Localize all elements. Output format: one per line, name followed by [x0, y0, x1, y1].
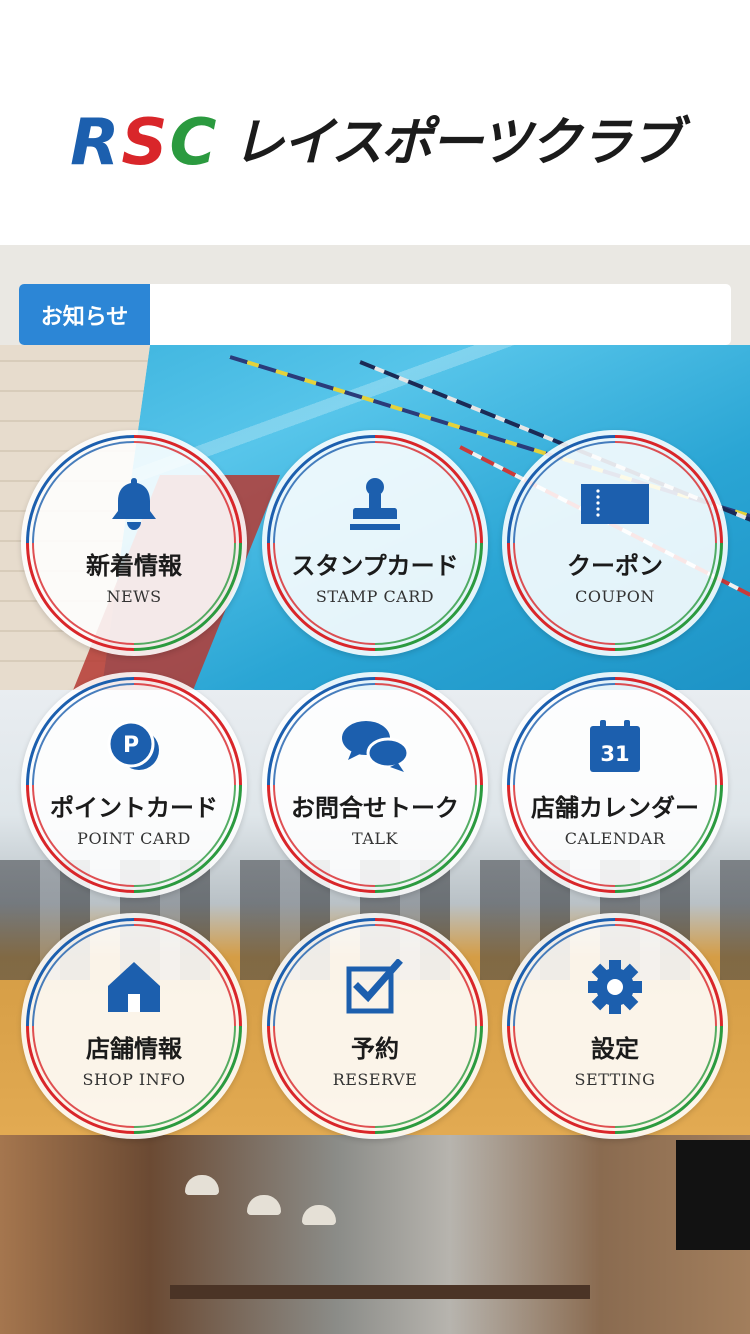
news-button[interactable]: 新着情報 NEWS [0, 390, 287, 696]
point-card-sublabel: POINT CARD [77, 829, 191, 848]
cafe-photo [0, 1135, 750, 1334]
talk-label: お問合せトーク [291, 794, 459, 822]
bell-icon [99, 472, 169, 536]
calendar-icon: 31 [580, 714, 650, 778]
news-sublabel: NEWS [106, 587, 162, 606]
svg-text:31: 31 [600, 742, 629, 766]
coupon-sublabel: COUPON [575, 587, 655, 606]
talk-sublabel: TALK [352, 829, 398, 848]
reserve-sublabel: RESERVE [332, 1070, 418, 1089]
reserve-button[interactable]: 予約 RESERVE [222, 873, 528, 1179]
shop-info-sublabel: SHOP INFO [82, 1070, 186, 1089]
rsc-logo: RSC レイスポーツクラブ [70, 105, 682, 180]
logo-club-name: レイスポーツクラブ [232, 112, 681, 173]
setting-button[interactable]: 設定 SETTING [462, 873, 750, 1179]
shop-info-label: 店舗情報 [86, 1035, 182, 1063]
reserve-label: 予約 [351, 1035, 399, 1063]
calendar-sublabel: CALENDAR [564, 829, 666, 848]
svg-text:P: P [123, 733, 139, 758]
calendar-button[interactable]: 31 店舗カレンダー CALENDAR [462, 632, 750, 938]
app-header: RSC レイスポーツクラブ [0, 0, 750, 245]
notice-label: お知らせ [19, 284, 150, 345]
coins-icon: P [99, 714, 169, 778]
news-label: 新着情報 [86, 552, 182, 580]
stamp-card-button[interactable]: スタンプカード STAMP CARD [222, 390, 528, 696]
ticket-icon [580, 472, 650, 536]
calendar-label: 店舗カレンダー [531, 794, 699, 822]
point-card-button[interactable]: P ポイントカード POINT CARD [0, 632, 287, 938]
shop-info-button[interactable]: 店舗情報 SHOP INFO [0, 873, 287, 1179]
notice-ticker[interactable] [150, 284, 731, 345]
point-card-label: ポイントカード [50, 794, 218, 822]
logo-rsc-mark: RSC [70, 105, 219, 180]
coupon-button[interactable]: クーポン COUPON [462, 390, 750, 696]
stamp-card-label: スタンプカード [291, 552, 459, 580]
gear-icon [580, 955, 650, 1019]
chat-bubbles-icon [340, 714, 410, 778]
notice-bar[interactable]: お知らせ [19, 284, 731, 345]
stamp-card-sublabel: STAMP CARD [315, 587, 435, 606]
talk-button[interactable]: お問合せトーク TALK [222, 632, 528, 938]
setting-label: 設定 [591, 1035, 639, 1063]
house-icon [99, 955, 169, 1019]
coupon-label: クーポン [567, 552, 663, 580]
setting-sublabel: SETTING [574, 1070, 656, 1089]
checkbox-icon [340, 955, 410, 1019]
stamp-icon [340, 472, 410, 536]
